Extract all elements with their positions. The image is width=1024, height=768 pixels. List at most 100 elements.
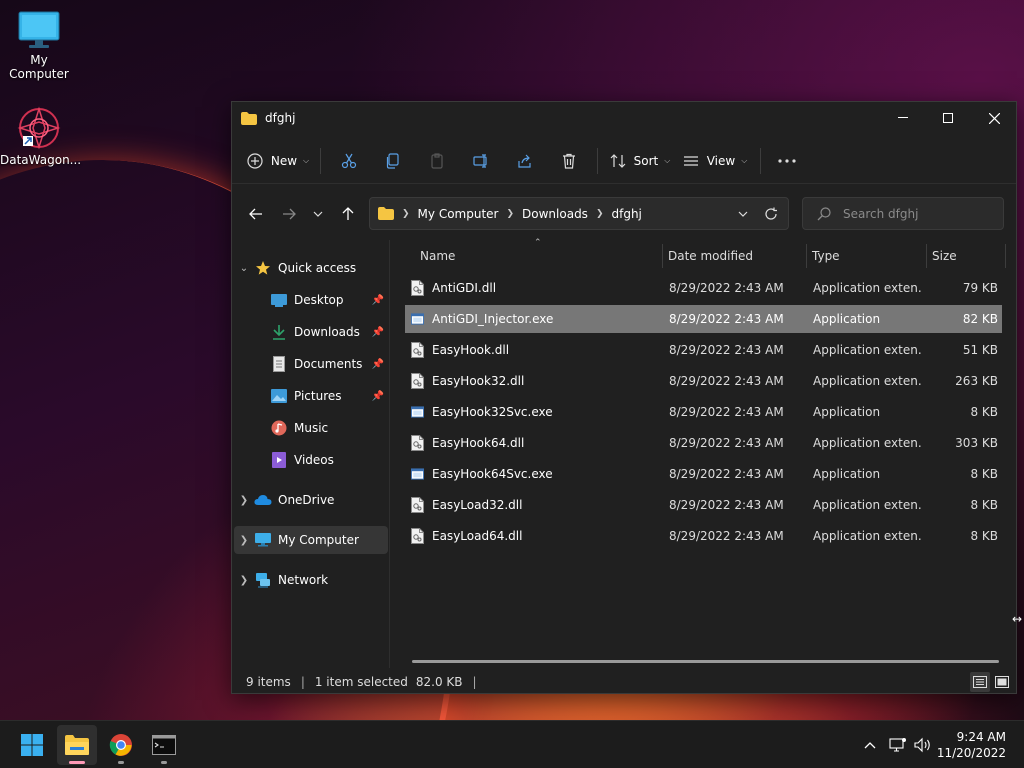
minimize-button[interactable]: [880, 102, 926, 134]
status-bar: 9 items | 1 item selected 82.0 KB |: [232, 668, 1016, 695]
file-type: Application exten...: [813, 498, 921, 512]
file-size: 82 KB: [962, 312, 998, 326]
refresh-button[interactable]: [764, 207, 778, 221]
desktop-icon: [270, 292, 288, 308]
chevron-right-icon: ❯: [239, 574, 249, 586]
column-headers: ⌃ Name Date modified Type Size: [392, 238, 1016, 272]
clipboard-icon: [431, 152, 443, 169]
close-button[interactable]: [971, 102, 1017, 134]
file-row[interactable]: AntiGDI_Injector.exe 8/29/2022 2:43 AM App…: [405, 305, 1002, 333]
file-row[interactable]: EasyLoad64.dll 8/29/2022 2:43 AM Applicati…: [405, 522, 1002, 550]
paste-button[interactable]: [415, 143, 459, 179]
column-divider[interactable]: [926, 244, 927, 268]
title-bar[interactable]: dfghj: [232, 102, 1016, 134]
breadcrumb-dfghj[interactable]: dfghj: [611, 207, 641, 221]
rename-button[interactable]: [459, 143, 503, 179]
maximize-button[interactable]: [925, 102, 971, 134]
plus-circle-icon: [247, 152, 263, 169]
sort-button[interactable]: Sort ⌵: [604, 143, 676, 179]
clock[interactable]: 9:24 AM 11/20/2022: [937, 729, 1006, 761]
file-name: EasyHook.dll: [432, 343, 510, 357]
column-divider[interactable]: [806, 244, 807, 268]
address-dropdown-button[interactable]: [738, 211, 748, 217]
chevron-right-icon: ❯: [506, 208, 515, 219]
desktop-icon-datawagon[interactable]: DataWagon...: [0, 106, 81, 167]
file-date: 8/29/2022 2:43 AM: [669, 281, 784, 295]
taskbar-file-explorer[interactable]: [57, 725, 97, 765]
copy-button[interactable]: [371, 143, 415, 179]
file-row[interactable]: EasyHook.dll 8/29/2022 2:43 AM Application…: [405, 336, 1002, 364]
item-count: 9 items: [246, 674, 291, 689]
breadcrumb-downloads[interactable]: Downloads: [522, 207, 588, 221]
back-button[interactable]: [242, 200, 270, 228]
breadcrumb-my-computer[interactable]: My Computer: [418, 207, 499, 221]
windows-logo-icon: [21, 734, 43, 756]
pin-icon: 📌: [371, 294, 384, 306]
taskbar-chrome[interactable]: [101, 725, 141, 765]
nav-label: Desktop: [294, 293, 344, 307]
column-date-modified[interactable]: Date modified: [668, 240, 798, 272]
horizontal-scrollbar[interactable]: [412, 660, 999, 663]
address-bar[interactable]: ❯ My Computer ❯ Downloads ❯ dfghj: [369, 197, 789, 230]
new-button[interactable]: New ⌵: [242, 143, 314, 179]
column-type[interactable]: Type: [812, 240, 922, 272]
nav-item-pictures[interactable]: Pictures 📌: [234, 382, 388, 410]
taskbar-terminal[interactable]: [144, 725, 184, 765]
file-row[interactable]: EasyHook64Svc.exe 8/29/2022 2:43 AM Applic…: [405, 460, 1002, 488]
running-indicator: [118, 761, 124, 764]
desktop-icon-my-computer[interactable]: My Computer: [0, 10, 78, 81]
view-button[interactable]: View ⌵: [676, 143, 754, 179]
separator: [760, 147, 761, 174]
file-row[interactable]: EasyHook64.dll 8/29/2022 2:43 AM Applicati…: [405, 429, 1002, 457]
file-size: 8 KB: [970, 405, 998, 419]
column-divider[interactable]: [1005, 244, 1006, 268]
more-options-button[interactable]: [767, 143, 807, 179]
nav-item-desktop[interactable]: Desktop 📌: [234, 286, 388, 314]
datawagon-icon: [15, 106, 63, 150]
nav-my-computer[interactable]: ❯ My Computer: [234, 526, 388, 554]
file-row[interactable]: EasyLoad32.dll 8/29/2022 2:43 AM Applicati…: [405, 491, 1002, 519]
file-row[interactable]: AntiGDI.dll 8/29/2022 2:43 AM Application …: [405, 274, 1002, 302]
terminal-icon: [152, 735, 176, 755]
volume-button[interactable]: [913, 735, 933, 755]
delete-button[interactable]: [547, 143, 591, 179]
file-name-cell: EasyHook64.dll: [411, 429, 524, 457]
start-button[interactable]: [12, 725, 52, 765]
nav-quick-access[interactable]: ⌄ Quick access: [234, 254, 388, 282]
file-name: EasyHook64Svc.exe: [432, 467, 553, 481]
show-hidden-icons-button[interactable]: [860, 735, 880, 755]
nav-label: Downloads: [294, 325, 360, 339]
search-icon: [817, 206, 831, 221]
file-size: 8 KB: [970, 529, 998, 543]
details-view-button[interactable]: [970, 672, 990, 692]
active-indicator: [69, 761, 85, 764]
up-button[interactable]: [334, 200, 362, 228]
chevron-right-icon: ❯: [239, 494, 249, 506]
cut-button[interactable]: [327, 143, 371, 179]
share-button[interactable]: [503, 143, 547, 179]
separator: |: [472, 674, 477, 689]
network-status-button[interactable]: [888, 735, 908, 755]
thumbnail-view-button[interactable]: [992, 672, 1012, 692]
music-icon: [270, 420, 288, 436]
arrow-right-icon: [283, 208, 296, 220]
file-size: 263 KB: [955, 374, 998, 388]
nav-item-documents[interactable]: Documents 📌: [234, 350, 388, 378]
nav-item-videos[interactable]: Videos: [234, 446, 388, 474]
search-input[interactable]: Search dfghj: [802, 197, 1004, 230]
nav-network[interactable]: ❯ Network: [234, 566, 388, 594]
column-size[interactable]: Size: [932, 240, 992, 272]
forward-button[interactable]: [275, 200, 303, 228]
nav-item-downloads[interactable]: Downloads 📌: [234, 318, 388, 346]
recent-locations-button[interactable]: [306, 200, 330, 228]
nav-onedrive[interactable]: ❯ OneDrive: [234, 486, 388, 514]
chrome-icon: [109, 734, 132, 756]
file-row[interactable]: EasyHook32Svc.exe 8/29/2022 2:43 AM Applic…: [405, 398, 1002, 426]
column-divider[interactable]: [662, 244, 663, 268]
star-icon: [254, 260, 272, 276]
file-name: AntiGDI.dll: [432, 281, 497, 295]
column-name[interactable]: Name: [420, 240, 660, 272]
nav-item-music[interactable]: Music: [234, 414, 388, 442]
file-row[interactable]: EasyHook32.dll 8/29/2022 2:43 AM Applicati…: [405, 367, 1002, 395]
window-title: dfghj: [265, 111, 296, 125]
